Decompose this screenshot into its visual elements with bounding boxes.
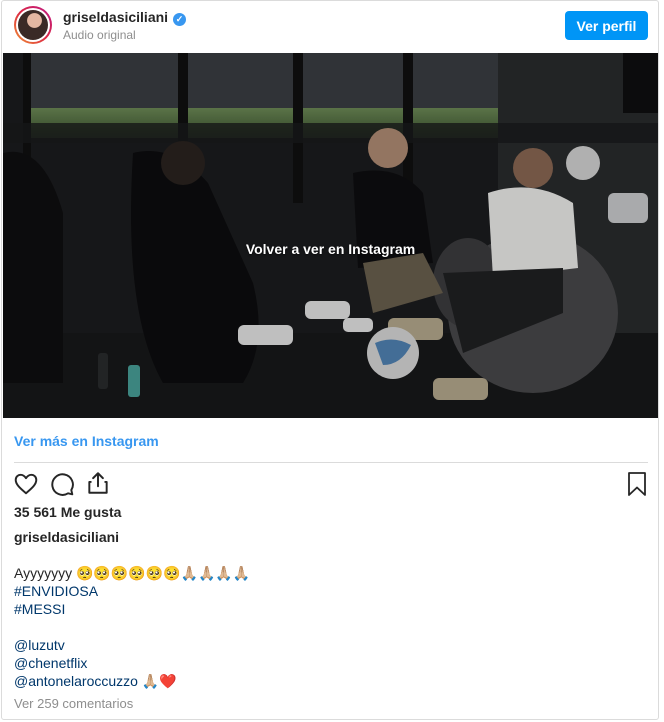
post-caption: Ayyyyyyy 🥺🥺🥺🥺🥺🥺🙏🏼🙏🏼🙏🏼🙏🏼 #ENVIDIOSA #MESS… [14,564,250,690]
view-profile-button[interactable]: Ver perfil [565,11,648,40]
post-header: griseldasiciliani ✓ Audio original Ver pe… [2,1,658,53]
bookmark-icon[interactable] [625,471,649,497]
instagram-embed-card: griseldasiciliani ✓ Audio original Ver pe… [1,0,659,720]
hashtag-messi[interactable]: #MESSI [14,600,250,618]
hashtag-envidiosa[interactable]: #ENVIDIOSA [14,582,250,600]
video-player[interactable]: Volver a ver en Instagram [3,53,658,418]
heart-icon[interactable] [13,471,39,497]
mention-luzutv[interactable]: @luzutv [14,636,250,654]
caption-emoji: 🙏🏼❤️ [141,673,177,689]
caption-text: Ayyyyyyy 🥺🥺🥺🥺🥺🥺🙏🏼🙏🏼🙏🏼🙏🏼 [14,565,251,581]
audio-label[interactable]: Audio original [63,28,136,42]
view-more-on-instagram-link[interactable]: Ver más en Instagram [14,433,159,449]
avatar[interactable] [14,6,52,44]
comment-icon[interactable] [49,471,75,497]
video-frame [3,53,658,418]
divider [14,462,648,463]
mention-antonelaroccuzzo[interactable]: @antonelaroccuzzo [14,673,138,689]
username[interactable]: griseldasiciliani ✓ [63,9,187,26]
rewatch-overlay-text[interactable]: Volver a ver en Instagram [3,241,658,257]
verified-badge-icon: ✓ [173,13,187,26]
likes-count[interactable]: 35 561 Me gusta [14,504,121,520]
view-comments-link[interactable]: Ver 259 comentarios [14,696,133,711]
post-owner-username[interactable]: griseldasiciliani [14,529,119,545]
share-icon[interactable] [85,470,111,496]
mention-chenetflix[interactable]: @chenetflix [14,654,250,672]
